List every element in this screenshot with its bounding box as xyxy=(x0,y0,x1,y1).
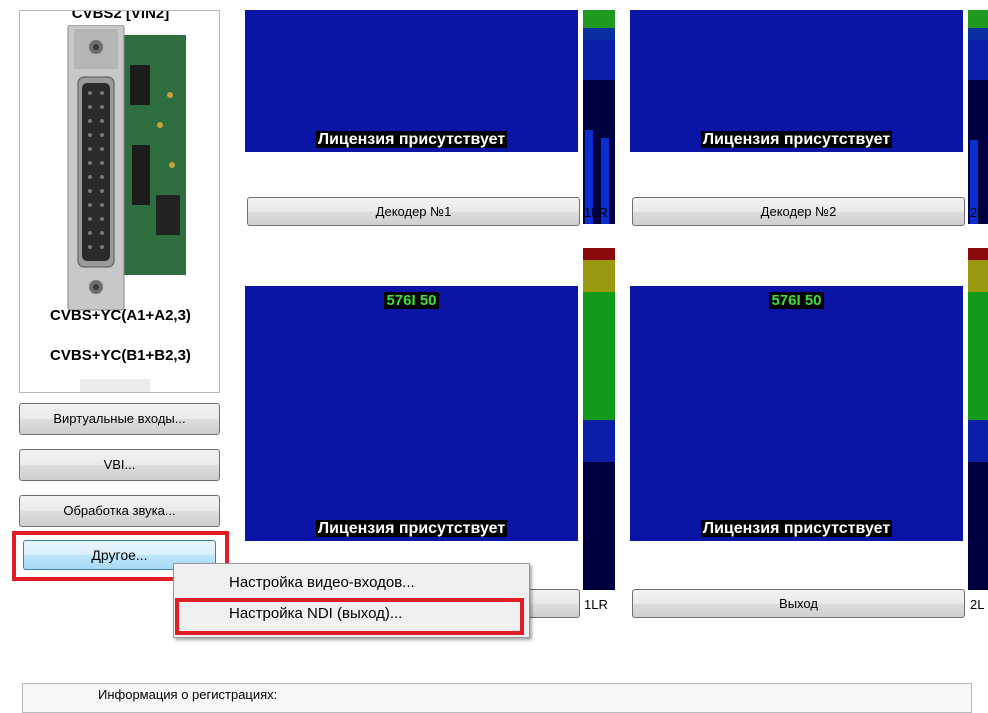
audio-meter-1 xyxy=(583,10,615,224)
virtual-inputs-button[interactable]: Виртуальные входы... xyxy=(19,403,220,435)
card-label-a: CVBS+YC(A1+A2,3) xyxy=(50,307,191,324)
registration-info-panel: Информация о регистрациях: xyxy=(22,683,972,713)
format-label-3: 576I 50 xyxy=(384,292,439,309)
output-button[interactable]: Выход xyxy=(632,589,965,618)
channel-label-1: 1LR xyxy=(584,205,608,220)
video-preview-3[interactable]: 576I 50 Лицензия присутствует xyxy=(245,286,578,541)
license-label-4: Лицензия присутствует xyxy=(700,520,893,537)
video-preview-1[interactable]: Лицензия присутствует xyxy=(245,10,578,152)
connector-card-image xyxy=(67,25,186,311)
card-label-b: CVBS+YC(B1+B2,3) xyxy=(50,347,191,364)
video-preview-4[interactable]: 576I 50 Лицензия присутствует xyxy=(630,286,963,541)
format-label-4: 576I 50 xyxy=(769,292,824,309)
decoder-1-button[interactable]: Декодер №1 xyxy=(247,197,580,226)
audio-meter-2 xyxy=(968,10,988,224)
audio-meter-4 xyxy=(968,248,988,590)
license-label-2: Лицензия присутствует xyxy=(700,131,893,148)
audio-processing-button[interactable]: Обработка звука... xyxy=(19,495,220,527)
card-top-label: CVBS2 [VIN2] xyxy=(71,10,170,22)
channel-label-3: 1LR xyxy=(584,597,608,612)
ndi-menu-highlight xyxy=(175,598,524,635)
license-label-1: Лицензия присутствует xyxy=(315,131,508,148)
input-card: CVBS2 [VIN2] CVBS+YC(A1+A2,3) CVBS+YC(B1… xyxy=(19,10,220,393)
channel-label-4: 2L xyxy=(970,597,985,612)
menu-item-video-inputs[interactable]: Настройка видео-входов... xyxy=(229,574,415,591)
channel-label-2: 2L xyxy=(970,205,985,220)
decoder-2-button[interactable]: Декодер №2 xyxy=(632,197,965,226)
license-label-3: Лицензия присутствует xyxy=(315,520,508,537)
audio-meter-3 xyxy=(583,248,615,590)
card-bottom-strip xyxy=(80,379,150,392)
vbi-button[interactable]: VBI... xyxy=(19,449,220,481)
video-preview-2[interactable]: Лицензия присутствует xyxy=(630,10,963,152)
